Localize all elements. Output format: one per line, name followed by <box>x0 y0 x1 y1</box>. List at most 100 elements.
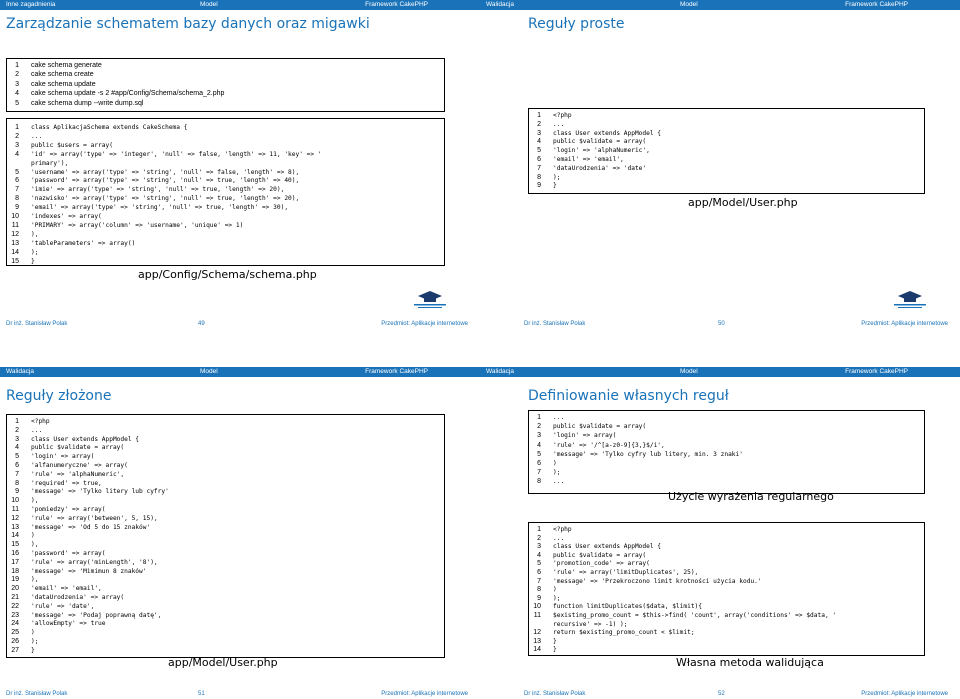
code-text: 'rule' => array('minLength', '8'), <box>31 558 158 566</box>
header-topic[interactable]: Framework CakePHP <box>365 367 428 377</box>
slide-52: Walidacja Model Framework CakePHP Defini… <box>480 350 960 699</box>
code-text: primary'), <box>31 159 69 167</box>
header-section[interactable]: Inne zagadnienia <box>6 0 56 10</box>
code-text: } <box>553 646 557 654</box>
line-number: 7 <box>15 186 19 194</box>
university-logo-icon <box>414 291 446 308</box>
line-number: 4 <box>537 138 541 146</box>
code-line: 15} <box>7 257 444 267</box>
code-text: 'rule' => 'date', <box>31 602 95 610</box>
code-text: ); <box>553 469 561 477</box>
header-subsection[interactable]: Model <box>200 367 218 377</box>
code-text: ... <box>31 426 43 434</box>
header-subsection[interactable]: Model <box>680 0 698 10</box>
code-text: 'rule' => array('between', 5, 15), <box>31 514 158 522</box>
line-number: 20 <box>11 585 19 593</box>
code-text: ); <box>31 638 39 645</box>
code-text: ), <box>31 541 39 549</box>
header-subsection[interactable]: Model <box>200 0 218 10</box>
code-text: } <box>31 646 35 654</box>
code-text: 'id' => array('type' => 'integer', 'null… <box>31 150 322 158</box>
line-number: 4 <box>15 444 19 452</box>
code-text: 'allowEmpty' => true <box>31 620 106 628</box>
code-text: ), <box>31 576 39 584</box>
line-number: 3 <box>15 141 19 149</box>
header-topic[interactable]: Framework CakePHP <box>845 0 908 10</box>
slide-51: Walidacja Model Framework CakePHP Reguły… <box>0 350 480 699</box>
code-text: ); <box>31 248 39 256</box>
code-text: class AplikacjaSchema extends CakeSchema… <box>31 124 188 131</box>
line-number: 8 <box>537 478 541 486</box>
code-text: 'login' => 'alphaNumeric', <box>553 147 650 155</box>
line-number: 27 <box>11 646 19 654</box>
slide-footer: Dr inż. Stanisław Polak 51 Przedmiot: Ap… <box>0 689 480 699</box>
slide-header: Inne zagadnienia Model Framework CakePHP <box>0 0 480 10</box>
code-box-schema: 1 class AplikacjaSchema extends CakeSchem… <box>6 118 445 266</box>
line-number: 22 <box>11 602 19 610</box>
code-text: public $validate = array( <box>553 138 647 146</box>
header-section[interactable]: Walidacja <box>6 367 34 377</box>
code-text: <?php <box>553 112 572 119</box>
code-text: ... <box>553 120 565 128</box>
line-number: 8 <box>537 173 541 181</box>
code-text: <?php <box>31 418 50 425</box>
slide-50: Walidacja Model Framework CakePHP Reguły… <box>480 0 960 349</box>
footer-course: Przedmiot: Aplikacje internetowe <box>861 321 948 327</box>
code-text: 'tableParameters' => array() <box>31 239 136 247</box>
slide-49: Inne zagadnienia Model Framework CakePHP… <box>0 0 480 349</box>
code-text: } <box>553 182 557 190</box>
code-text: 'email' => 'email', <box>553 156 624 163</box>
footer-author: Dr inż. Stanisław Polak <box>6 691 68 697</box>
line-number: 6 <box>15 177 19 185</box>
header-section[interactable]: Walidacja <box>486 367 514 377</box>
header-topic[interactable]: Framework CakePHP <box>845 367 908 377</box>
code-text: 'indexes' => array( <box>31 213 102 220</box>
line-number: 4 <box>15 150 19 158</box>
line-number: 1 <box>15 418 19 425</box>
code-text: cake schema dump --write dump.sql <box>31 99 144 107</box>
line-number: 5 <box>537 147 541 155</box>
line-number: 4 <box>15 90 19 98</box>
code-text: 'dataUrodzenia' => array( <box>31 594 125 601</box>
code-box-custom-method: 1 <?php 2... 3 class User extends AppModel {… <box>528 522 925 656</box>
footer-page: 52 <box>718 691 725 697</box>
code-text: 'message' => 'Tylko cyfry lub litery, mi… <box>553 450 743 458</box>
code-text: cake schema update <box>31 80 96 88</box>
line-number: 24 <box>11 620 19 628</box>
code-box-commands: 1 cake schema generate 2 cake schema create… <box>6 58 445 112</box>
line-number: 5 <box>537 450 541 458</box>
line-number: 7 <box>537 469 541 477</box>
slide-header: Walidacja Model Framework CakePHP <box>480 367 960 377</box>
code-caption: app/Model/User.php <box>168 656 278 669</box>
header-subsection[interactable]: Model <box>680 367 698 377</box>
code-text: 'password' => array( <box>31 550 106 557</box>
code-box-regex-rule: 1... 2 public $validate = array(3 'login' … <box>528 410 925 494</box>
footer-author: Dr inż. Stanisław Polak <box>524 691 586 697</box>
line-number: 1 <box>537 414 541 421</box>
line-number: 2 <box>15 71 19 79</box>
code-text: 'PRIMARY' => array('column' => 'username… <box>31 221 244 229</box>
code-text: 'username' => array('type' => 'string', … <box>31 168 300 176</box>
line-number: 13 <box>11 523 19 531</box>
line-number: 3 <box>15 435 19 443</box>
code-text: cake schema create <box>31 71 94 79</box>
footer-author: Dr inż. Stanisław Polak <box>524 321 586 327</box>
code-text: public $validate = array( <box>31 444 125 452</box>
line-number: 12 <box>11 514 19 522</box>
code-line: 5 cake schema dump --write dump.sql <box>7 99 444 109</box>
line-number: 11 <box>11 221 19 229</box>
line-number: 6 <box>15 462 19 469</box>
header-topic[interactable]: Framework CakePHP <box>365 0 428 10</box>
line-number: 17 <box>11 558 19 566</box>
slide-header: Walidacja Model Framework CakePHP <box>480 0 960 10</box>
footer-page: 49 <box>198 321 205 327</box>
line-number: 7 <box>15 470 19 478</box>
code-line: 8... <box>529 477 924 487</box>
code-text: ... <box>31 132 43 140</box>
footer-course: Przedmiot: Aplikacje internetowe <box>381 321 468 327</box>
header-section[interactable]: Walidacja <box>486 0 514 10</box>
line-number: 11 <box>11 506 19 513</box>
code-text: 'message' => 'Podaj poprawną datę', <box>31 611 162 619</box>
line-number: 5 <box>15 99 19 107</box>
code-text: 'message' => 'Mimimun 8 znaków' <box>31 567 147 575</box>
